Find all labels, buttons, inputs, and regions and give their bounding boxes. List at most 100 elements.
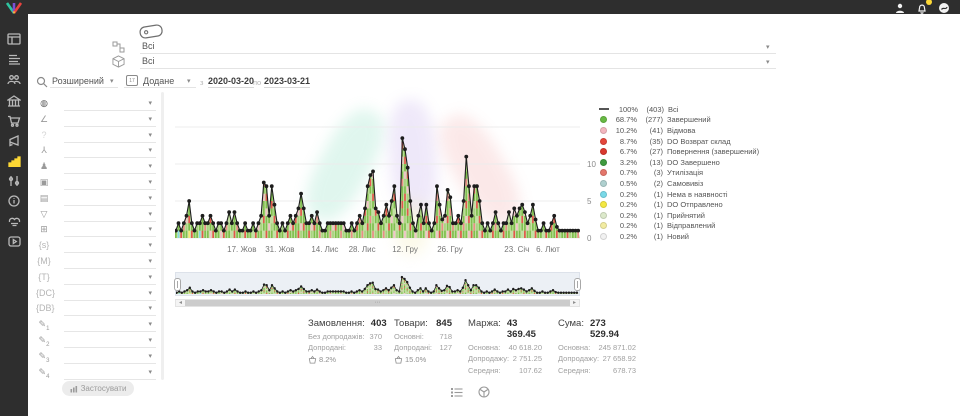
m-filter[interactable]: {M} ▾ [34, 255, 160, 270]
filter-icon: {s} [36, 240, 52, 253]
filter-icon: ⊞ [36, 224, 52, 237]
video-tutorials-icon[interactable] [0, 232, 28, 250]
bell-icon[interactable] [916, 1, 930, 13]
stat-subrow: Основна:245 871.02 [558, 343, 636, 352]
scroll-left-arrow[interactable]: ◂ [176, 300, 185, 306]
filter-icon: {T} [36, 272, 52, 285]
customers-icon[interactable] [0, 70, 28, 88]
settings-sliders-icon[interactable] [0, 172, 28, 190]
chevron-down-icon: ▾ [148, 305, 152, 312]
custom-field-4-filter[interactable]: ✎4 ▾ [34, 366, 160, 381]
date-field-select[interactable]: Додане [143, 76, 174, 86]
legend-count: (2) [637, 179, 663, 188]
search-mode-select[interactable]: Розширений [52, 76, 104, 86]
cart-icon[interactable] [0, 112, 28, 130]
basket-icon [308, 355, 317, 364]
s-filter[interactable]: {s} ▾ [34, 239, 160, 254]
analytics-chart-icon[interactable] [0, 152, 28, 170]
dc-filter[interactable]: {DC} ▾ [34, 287, 160, 302]
legend-item[interactable]: 6.7% (27) Повернення (завершений) [600, 146, 800, 157]
legend-item[interactable]: 100% (403) Всі [600, 104, 800, 115]
legend-label: Утилізація [667, 168, 703, 177]
legend-item[interactable]: 0.2% (1) Новий [600, 231, 800, 242]
db-filter[interactable]: {DB} ▾ [34, 302, 160, 317]
status-select-value[interactable]: Всі [142, 41, 155, 51]
legend-percent: 3.2% [611, 158, 637, 167]
chart-scrollbar[interactable]: ◂ ▸ ⋯ [175, 299, 580, 307]
product-select-value[interactable]: Всі [142, 56, 155, 66]
filter-icon: ♟ [36, 161, 52, 174]
legend-percent: 10.2% [611, 126, 637, 135]
stat-subrow: Допродані:127 [394, 343, 452, 352]
orders-chart [175, 100, 580, 240]
filter-icon: ✎3 [36, 351, 52, 364]
search-icon[interactable] [36, 75, 48, 87]
custom-field-3-filter[interactable]: ✎3 ▾ [34, 350, 160, 365]
status-select-underline[interactable] [140, 53, 776, 54]
filter-icon: ✎4 [36, 367, 52, 380]
package-view-icon[interactable] [478, 385, 492, 397]
list-view-icon[interactable] [450, 385, 464, 397]
profile-icon[interactable] [894, 1, 908, 13]
stat-subrow: Допродані:33 [308, 343, 382, 352]
legend-item[interactable]: 68.7% (277) Завершений [600, 115, 800, 126]
legend-swatch [600, 148, 607, 155]
legend-percent: 0.2% [611, 190, 637, 199]
legend-item[interactable]: 0.2% (1) Прийнятий [600, 210, 800, 221]
legend-item[interactable]: 0.7% (3) Утилізація [600, 168, 800, 179]
trend-filter[interactable]: ∠ ▾ [34, 113, 160, 128]
filter-icon: ◍ [36, 98, 52, 111]
marketing-megaphone-icon[interactable] [0, 132, 28, 150]
brush-handle-right[interactable] [574, 278, 581, 291]
support-icon[interactable] [0, 212, 28, 230]
info-icon[interactable] [0, 192, 28, 210]
globe-filter[interactable]: ◍ ▾ [34, 97, 160, 112]
legend-count: (13) [637, 158, 663, 167]
legend-label: Всі [668, 105, 678, 114]
x-tick: 26. Гру [437, 245, 463, 254]
store-icon[interactable] [0, 92, 28, 110]
brush-handle-left[interactable] [174, 278, 181, 291]
custom-field-2-filter[interactable]: ✎2 ▾ [34, 334, 160, 349]
panel-tag-icon[interactable] [136, 22, 166, 40]
dashboard-icon[interactable] [0, 30, 28, 48]
legend-swatch [600, 159, 607, 166]
legend-percent: 68.7% [611, 115, 637, 124]
stat-column: Сума: 273 529.94 Основна:245 871.02 Допр… [558, 318, 636, 375]
scroll-right-arrow[interactable]: ▸ [570, 300, 579, 306]
legend-item[interactable]: 3.2% (13) DO Завершено [600, 157, 800, 168]
legend-percent: 0.7% [611, 168, 637, 177]
legend-swatch [600, 222, 607, 229]
date-to-input[interactable]: 2023-03-21 [264, 76, 310, 88]
legend-item[interactable]: 0.5% (2) Самовивіз [600, 178, 800, 189]
legend-percent: 6.7% [611, 147, 637, 156]
money-filter[interactable]: ▤ ▾ [34, 192, 160, 207]
legend-item[interactable]: 0.2% (1) Відправлений [600, 221, 800, 232]
stat-subrow: Основні:718 [394, 332, 452, 341]
funnel-filter[interactable]: ▽ ▾ [34, 208, 160, 223]
person-filter[interactable]: ♟ ▾ [34, 160, 160, 175]
x-tick: 17. Жов [227, 245, 256, 254]
sitemap-filter[interactable]: ⅄ ▾ [34, 144, 160, 159]
help-filter[interactable]: ? ▾ [34, 129, 160, 144]
legend-item[interactable]: 8.7% (35) DO Возврат склад [600, 136, 800, 147]
date-from-input[interactable]: 2020-03-20 [208, 76, 254, 88]
panel-scrollbar[interactable] [161, 92, 164, 380]
t-filter[interactable]: {T} ▾ [34, 271, 160, 286]
legend-item[interactable]: 0.2% (1) DO Отправлено [600, 199, 800, 210]
avatar[interactable] [938, 1, 952, 13]
legend-swatch [599, 108, 609, 110]
stat-title: Сума: [558, 318, 584, 329]
product-select-underline[interactable] [140, 68, 776, 69]
legend-item[interactable]: 10.2% (41) Відмова [600, 125, 800, 136]
legend-item[interactable]: 0.2% (1) Нема в наявності [600, 189, 800, 200]
legend-count: (403) [638, 105, 664, 114]
globe-grid-filter[interactable]: ⊞ ▾ [34, 223, 160, 238]
package-filter[interactable]: ▣ ▾ [34, 176, 160, 191]
app-logo[interactable] [5, 1, 23, 13]
chart-minimap [175, 272, 580, 296]
custom-field-1-filter[interactable]: ✎1 ▾ [34, 318, 160, 333]
orders-list-icon[interactable] [0, 50, 28, 68]
apply-button[interactable]: Застосувати [62, 381, 134, 396]
scrollbar-thumb[interactable]: ⋯ [185, 300, 570, 306]
